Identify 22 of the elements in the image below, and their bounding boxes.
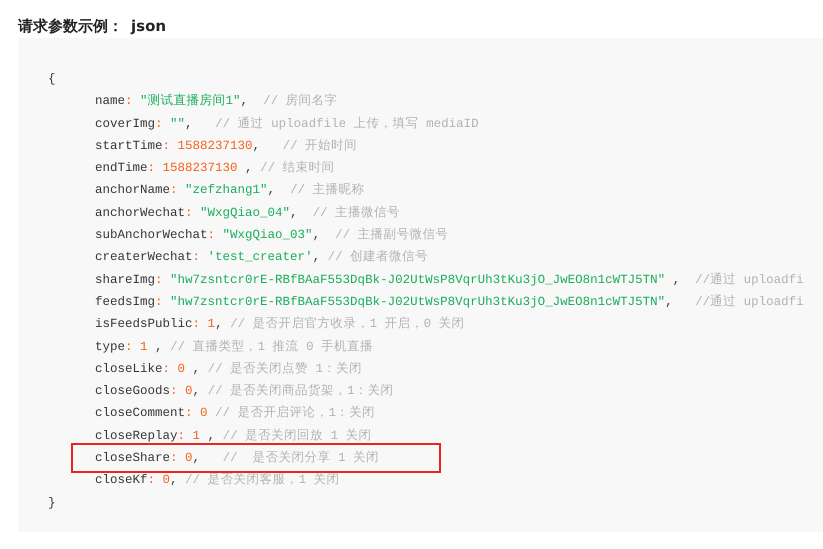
format-label: json [131, 17, 166, 37]
code-line: startTime: 1588237130, // 开始时间 [95, 138, 358, 155]
code-line: type: 1 , // 直播类型，1 推流 0 手机直播 [95, 338, 374, 356]
code-line: closeLike: 0 , // 是否关闭点赞 1：关闭 [95, 360, 362, 378]
code-line: createrWechat: 'test_creater', // 创建者微信号 [95, 248, 428, 266]
code-line: isFeedsPublic: 1, // 是否开启官方收录，1 开启，0 关闭 [95, 316, 465, 334]
code-line: closeGoods: 0, // 是否关闭商品货架，1：关闭 [95, 382, 394, 400]
code-line: closeReplay: 1 , // 是否关闭回放 1 关闭 [95, 428, 372, 445]
code-line: anchorWechat: "WxgQiao_04", // 主播微信号 [95, 204, 400, 222]
section-heading: 请求参数示例： [18, 17, 123, 37]
code-line: shareImg: "hw7zsntcr0rE-RBfBAaF553DqBk-J02UtWsP8VqrUh3tKu3jO_JwEO8n1cWTJ5TN" , //通过 uploadfi [95, 272, 804, 289]
code-line: closeShare: 0, // 是否关闭分享 1 关闭 [95, 450, 380, 468]
code-line: closeComment: 0 // 是否开启评论，1：关闭 [95, 404, 376, 422]
code-line: name: "测试直播房间1", // 房间名字 [95, 92, 338, 110]
code-line: feedsImg: "hw7zsntcr0rE-RBfBAaF553DqBk-J02UtWsP8VqrUh3tKu3jO_JwEO8n1cWTJ5TN", //通过 uploadfi [95, 294, 804, 311]
code-line: subAnchorWechat: "WxgQiao_03", // 主播副号微信号 [95, 226, 449, 244]
code-line: } [48, 494, 56, 512]
code-line: coverImg: "", // 通过 uploadfile 上传，填写 mediaID [95, 116, 479, 133]
code-line: endTime: 1588237130 , // 结束时间 [95, 160, 335, 178]
code-line: { [48, 71, 56, 88]
code-line: anchorName: "zefzhang1", // 主播昵称 [95, 182, 365, 200]
code-line: closeKf: 0, // 是否关闭客服，1 关闭 [95, 472, 340, 490]
